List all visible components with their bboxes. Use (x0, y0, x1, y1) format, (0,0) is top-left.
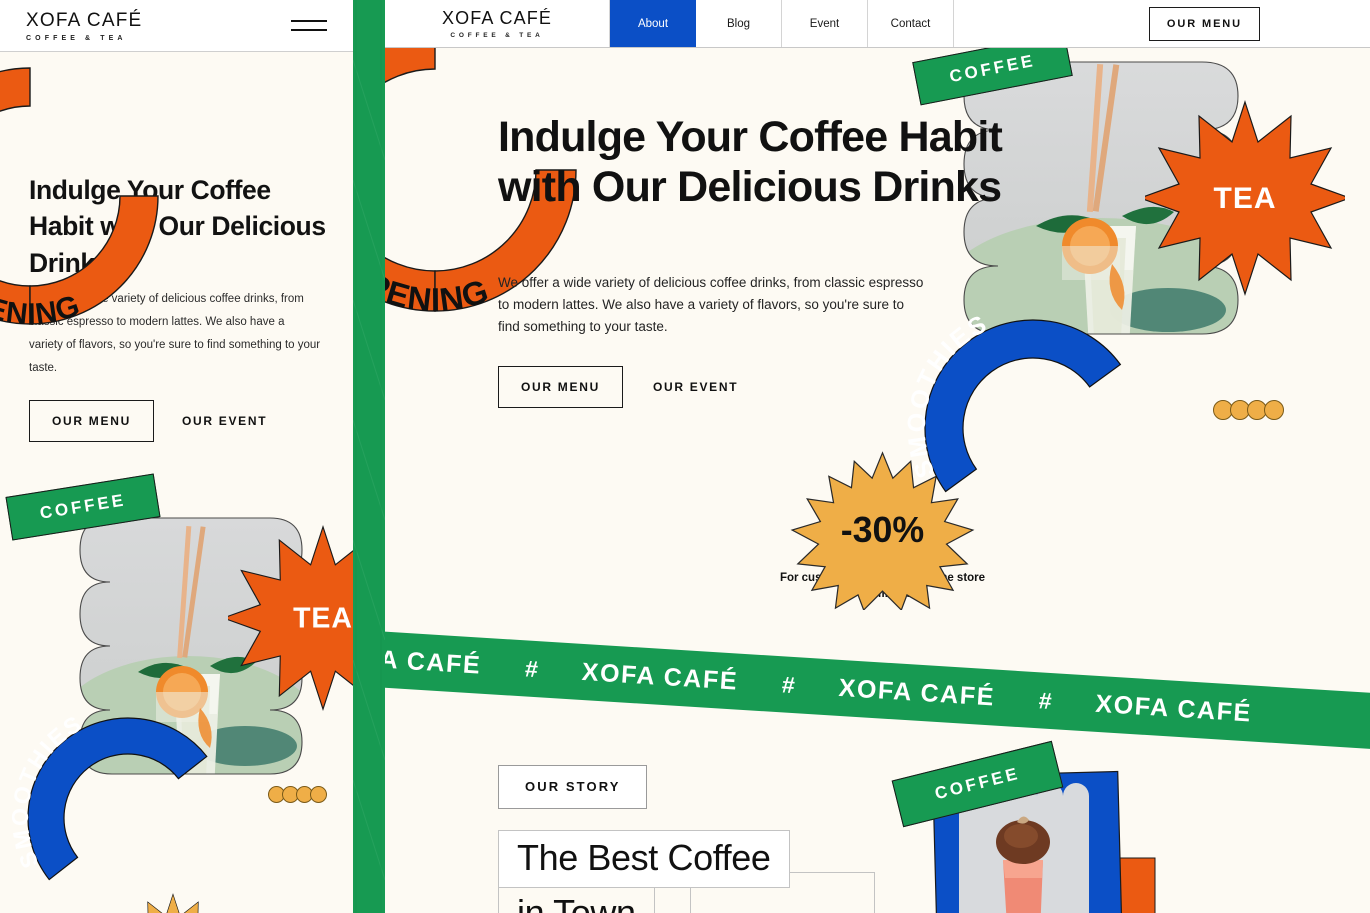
desktop-logo-name: XOFA CAFÉ (442, 8, 552, 28)
story-heading-line2: in Town (517, 892, 636, 913)
nav-item-blog[interactable]: Blog (696, 0, 782, 47)
mobile-coffee-sticker-label: COFFEE (38, 490, 128, 523)
ribbon-label: XOFA CAFÉ (581, 657, 739, 696)
mobile-smoothies-arc-sticker: SMOOTHIES (10, 708, 208, 881)
desktop-hero-heading: Indulge Your Coffee Habit with Our Delic… (498, 113, 1003, 211)
desktop-our-menu-nav-button[interactable]: OUR MENU (1148, 6, 1260, 41)
our-story-tag: OUR STORY (498, 765, 648, 809)
desktop-tea-starburst-sticker: TEA (1145, 100, 1345, 296)
hamburger-line (291, 29, 327, 31)
nav-item-event[interactable]: Event (782, 0, 868, 47)
ribbon-label: XOFA CAFÉ (385, 641, 483, 680)
mobile-logo-name: XOFA CAFÉ (26, 9, 143, 31)
ribbon-hash-icon: # (781, 670, 796, 698)
hamburger-line (291, 20, 327, 22)
mobile-logo-tagline: COFFEE & TEA (26, 34, 127, 42)
desktop-smoothies-arc-sticker: SMOOTHIES (905, 307, 1122, 493)
story-heading-line2-box: in Town (498, 885, 655, 913)
ribbon-hash-icon: # (524, 654, 539, 682)
green-divider-strip (353, 0, 385, 913)
story-heading-line1-box: The Best Coffee (498, 830, 790, 888)
screenshot-stage: XOFA CAFÉ COFFEE & TEA SOFT OPENING Indu… (0, 0, 1370, 913)
desktop-preview-panel: XOFA CAFÉ COFFEE & TEA About Blog Event … (385, 0, 1370, 913)
mobile-our-event-button[interactable]: OUR EVENT (182, 414, 267, 428)
mobile-soft-opening-arc-badge: SOFT OPENING (0, 67, 159, 332)
desktop-our-menu-button[interactable]: OUR MENU (498, 366, 623, 408)
desktop-hero-body: We offer a wide variety of delicious cof… (498, 275, 924, 334)
nav-item-contact[interactable]: Contact (868, 0, 954, 47)
mobile-pagination-dots[interactable] (268, 786, 327, 803)
mobile-our-menu-button[interactable]: OUR MENU (29, 400, 154, 442)
mobile-navbar: XOFA CAFÉ COFFEE & TEA (0, 0, 353, 52)
desktop-tea-sticker-label: TEA (1214, 182, 1277, 215)
mobile-logo[interactable]: XOFA CAFÉ COFFEE & TEA (26, 10, 142, 42)
ribbon-label: XOFA CAFÉ (1094, 689, 1253, 727)
our-story-tag-label: OUR STORY (525, 779, 621, 794)
xofa-cafe-marquee-ribbon: XOFA CAFÉ # XOFA CAFÉ # XOFA CAFÉ # XOFA… (385, 628, 1370, 754)
desktop-coffee-sticker-label: COFFEE (947, 50, 1037, 87)
mobile-preview-panel: XOFA CAFÉ COFFEE & TEA SOFT OPENING Indu… (0, 0, 353, 913)
mobile-hero-actions: OUR MENU OUR EVENT (29, 400, 267, 442)
navbar-cta-area: OUR MENU (954, 0, 1370, 47)
desktop-navbar: XOFA CAFÉ COFFEE & TEA About Blog Event … (385, 0, 1370, 48)
desktop-our-event-button[interactable]: OUR EVENT (653, 380, 738, 394)
story-coffee-sticker-label: COFFEE (932, 763, 1022, 804)
desktop-hero-actions: OUR MENU OUR EVENT (498, 366, 738, 408)
svg-text:SOFT OPENING: SOFT OPENING (0, 207, 85, 332)
ribbon-label: XOFA CAFÉ (837, 673, 996, 712)
mobile-tea-starburst-sticker: TEA (228, 524, 353, 712)
ribbon-hash-icon: # (1038, 686, 1053, 714)
desktop-pagination-dots[interactable] (1213, 400, 1284, 420)
desktop-logo[interactable]: XOFA CAFÉ COFFEE & TEA (385, 0, 610, 47)
divider-texture (353, 0, 385, 913)
nav-item-about[interactable]: About (610, 0, 696, 47)
hamburger-menu-icon[interactable] (291, 20, 327, 31)
desktop-dot[interactable] (1264, 400, 1284, 420)
desktop-logo-tagline: COFFEE & TEA (450, 32, 544, 39)
mobile-dot[interactable] (310, 786, 327, 803)
mobile-tea-sticker-label: TEA (293, 603, 353, 635)
story-heading-line1: The Best Coffee (517, 837, 771, 878)
svg-text:SOFT OPENING: SOFT OPENING (385, 182, 494, 319)
